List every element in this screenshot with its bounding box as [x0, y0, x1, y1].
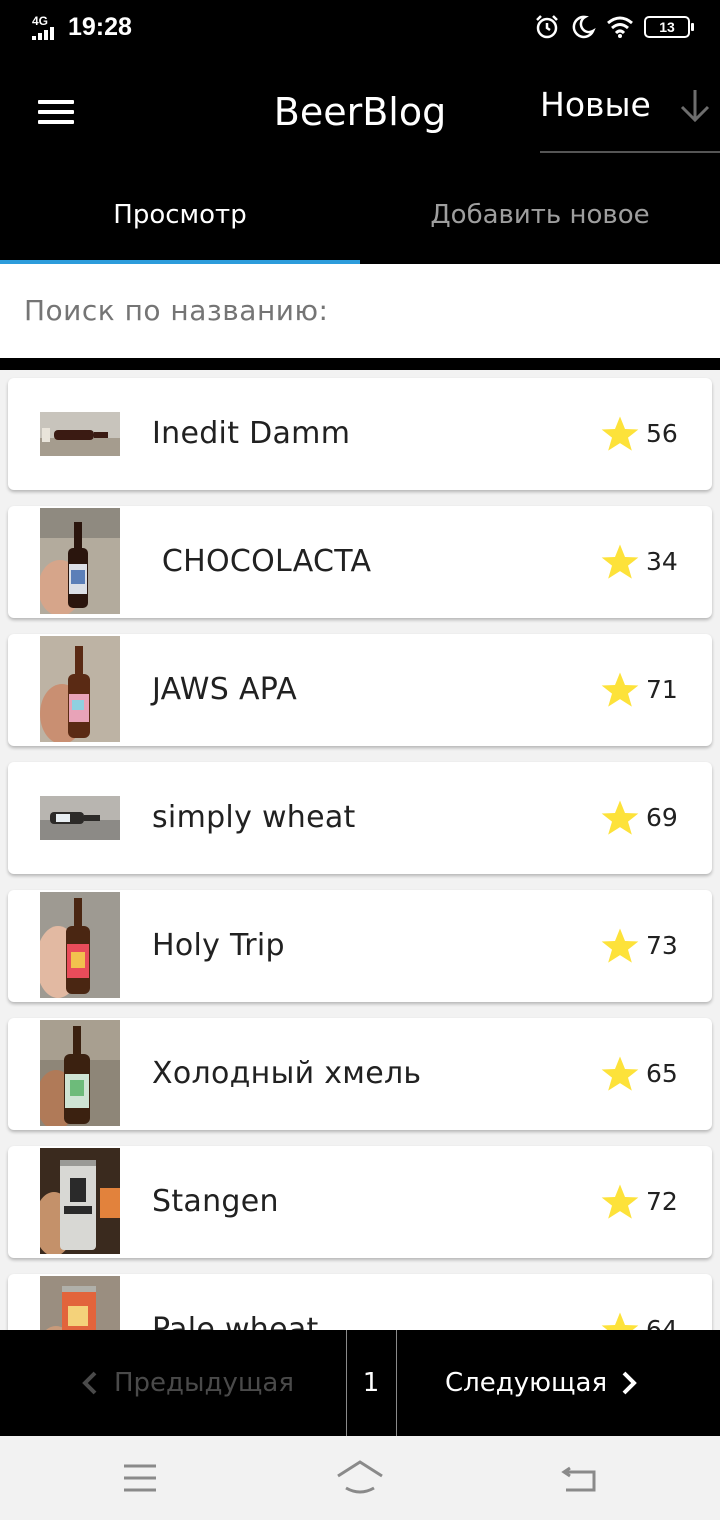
back-icon[interactable]	[556, 1458, 604, 1498]
beer-thumbnail	[40, 1148, 120, 1254]
tab-browse[interactable]: Просмотр	[0, 168, 360, 264]
beer-thumbnail	[40, 796, 120, 840]
sort-value: Новые	[540, 85, 651, 124]
beer-thumbnail	[40, 892, 120, 998]
beer-thumbnail	[40, 508, 120, 614]
beer-rating: 65	[646, 1059, 678, 1088]
current-page: 1	[362, 1368, 380, 1398]
star-icon	[601, 928, 639, 963]
beer-thumbnail	[40, 636, 120, 742]
pagination-bar: Предыдущая 1 Следующая	[0, 1330, 720, 1436]
search-divider	[0, 358, 720, 370]
list-item[interactable]: JAWS APA 71	[8, 634, 712, 746]
arrow-down-icon	[680, 90, 710, 123]
previous-page-button[interactable]: Предыдущая	[0, 1330, 346, 1436]
alarm-icon	[536, 15, 558, 39]
beer-rating: 34	[646, 547, 678, 576]
previous-page-label: Предыдущая	[114, 1368, 294, 1398]
beer-thumbnail	[40, 1276, 120, 1330]
beer-name: simply wheat	[152, 800, 356, 835]
next-page-label: Следующая	[445, 1368, 608, 1398]
star-icon	[601, 1056, 639, 1091]
chevron-left-icon	[82, 1371, 97, 1395]
list-item[interactable]: Холодный хмель 65	[8, 1018, 712, 1130]
chevron-right-icon	[622, 1371, 637, 1395]
beer-name: CHOCOLACTA	[152, 544, 372, 579]
star-icon	[601, 544, 639, 579]
list-item[interactable]: Stangen 72	[8, 1146, 712, 1258]
tab-add-new[interactable]: Добавить новое	[360, 168, 720, 264]
network-type: 4G	[32, 14, 49, 28]
clock: 19:28	[68, 13, 132, 41]
moon-icon	[572, 15, 596, 39]
beer-thumbnail	[40, 1020, 120, 1126]
search-field[interactable]: Поиск по названию:	[0, 264, 720, 360]
list-item[interactable]: simply wheat 69	[8, 762, 712, 874]
recent-apps-icon[interactable]	[116, 1458, 164, 1498]
list-item[interactable]: Pale wheat 64	[8, 1274, 712, 1330]
status-bar: 4G 19:28 13	[0, 0, 720, 56]
beer-name: Pale wheat	[152, 1312, 319, 1330]
menu-icon[interactable]	[38, 100, 74, 124]
list-item[interactable]: Inedit Damm 56	[8, 378, 712, 490]
star-icon	[601, 1312, 639, 1330]
beer-name: Stangen	[152, 1184, 279, 1219]
beer-thumbnail	[40, 412, 120, 456]
list-item[interactable]: CHOCOLACTA 34	[8, 506, 712, 618]
beer-name: Inedit Damm	[152, 416, 351, 451]
beer-name: Holy Trip	[152, 928, 285, 963]
next-page-button[interactable]: Следующая	[397, 1330, 720, 1436]
beer-rating: 69	[646, 803, 678, 832]
wifi-icon	[607, 16, 633, 38]
star-icon	[601, 416, 639, 451]
beer-name: JAWS APA	[152, 672, 298, 707]
home-icon[interactable]	[336, 1458, 384, 1498]
beer-rating: 73	[646, 931, 678, 960]
beer-rating: 71	[646, 675, 678, 704]
search-label: Поиск по названию:	[24, 294, 329, 327]
beer-name: Холодный хмель	[152, 1056, 422, 1091]
sort-select[interactable]: Новые	[540, 78, 720, 153]
tab-bar: Просмотр Добавить новое	[0, 168, 720, 264]
beer-list[interactable]: Inedit Damm 56 CHOCOLACTA 34 JAWS APA 71…	[0, 370, 720, 1330]
star-icon	[601, 672, 639, 707]
signal-icon: 4G	[30, 14, 60, 42]
star-icon	[601, 800, 639, 835]
app-bar: BeerBlog Новые	[0, 56, 720, 168]
list-item[interactable]: Holy Trip 73	[8, 890, 712, 1002]
star-icon	[601, 1184, 639, 1219]
app-title: BeerBlog	[273, 90, 447, 134]
system-nav-bar	[0, 1436, 720, 1520]
beer-rating: 56	[646, 419, 678, 448]
battery-icon: 13	[644, 16, 694, 38]
beer-rating: 64	[646, 1315, 678, 1330]
beer-rating: 72	[646, 1187, 678, 1216]
